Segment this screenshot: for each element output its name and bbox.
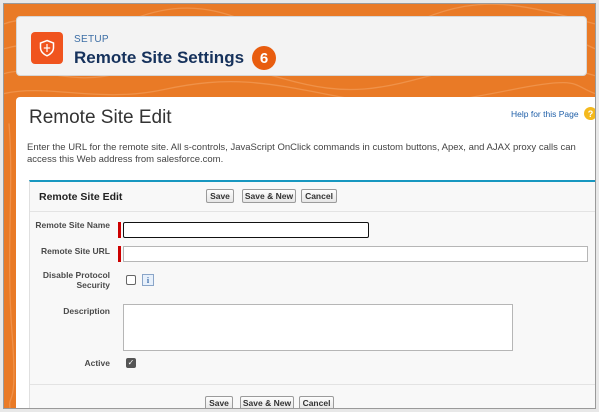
description-label: Description bbox=[63, 306, 110, 316]
form-header: Remote Site Edit Save Save & New Cancel bbox=[30, 182, 595, 212]
main-panel: Remote Site Edit Help for this Page ? En… bbox=[16, 97, 595, 408]
save-button-top[interactable]: Save bbox=[206, 189, 234, 203]
remote-site-url-label: Remote Site URL bbox=[41, 246, 110, 256]
setup-header: SETUP Remote Site Settings 6 bbox=[16, 16, 587, 76]
active-label: Active bbox=[84, 358, 110, 368]
remote-site-edit-form: Remote Site Edit Save Save & New Cancel … bbox=[29, 180, 595, 408]
description-textarea[interactable] bbox=[123, 304, 513, 351]
remote-site-url-input[interactable] bbox=[123, 246, 588, 262]
help-icon[interactable]: ? bbox=[584, 107, 595, 120]
info-icon[interactable]: i bbox=[142, 274, 154, 286]
intro-text: Enter the URL for the remote site. All s… bbox=[27, 142, 576, 165]
remote-site-name-input[interactable] bbox=[123, 222, 369, 238]
remote-site-name-label: Remote Site Name bbox=[35, 220, 110, 230]
form-title: Remote Site Edit bbox=[39, 191, 123, 203]
app-window: SETUP Remote Site Settings 6 Remote Site… bbox=[3, 3, 596, 409]
save-new-button-top[interactable]: Save & New bbox=[242, 189, 296, 203]
disable-protocol-security-label: Disable Protocol Security bbox=[42, 270, 110, 290]
cancel-button-bottom[interactable]: Cancel bbox=[299, 396, 334, 408]
step-badge: 6 bbox=[252, 46, 276, 70]
edit-page-title: Remote Site Edit bbox=[29, 107, 172, 128]
breadcrumb-setup: SETUP bbox=[74, 34, 109, 45]
disable-protocol-security-checkbox[interactable] bbox=[126, 275, 136, 285]
save-button-bottom[interactable]: Save bbox=[205, 396, 233, 408]
form-divider bbox=[30, 384, 595, 385]
cancel-button-top[interactable]: Cancel bbox=[301, 189, 337, 203]
save-new-button-bottom[interactable]: Save & New bbox=[240, 396, 294, 408]
required-indicator-url bbox=[118, 246, 121, 262]
shield-icon bbox=[31, 32, 63, 64]
help-link[interactable]: Help for this Page bbox=[511, 109, 579, 119]
active-checkbox[interactable]: ✓ bbox=[126, 358, 136, 368]
required-indicator-name bbox=[118, 222, 121, 238]
page-title: Remote Site Settings bbox=[74, 48, 245, 67]
